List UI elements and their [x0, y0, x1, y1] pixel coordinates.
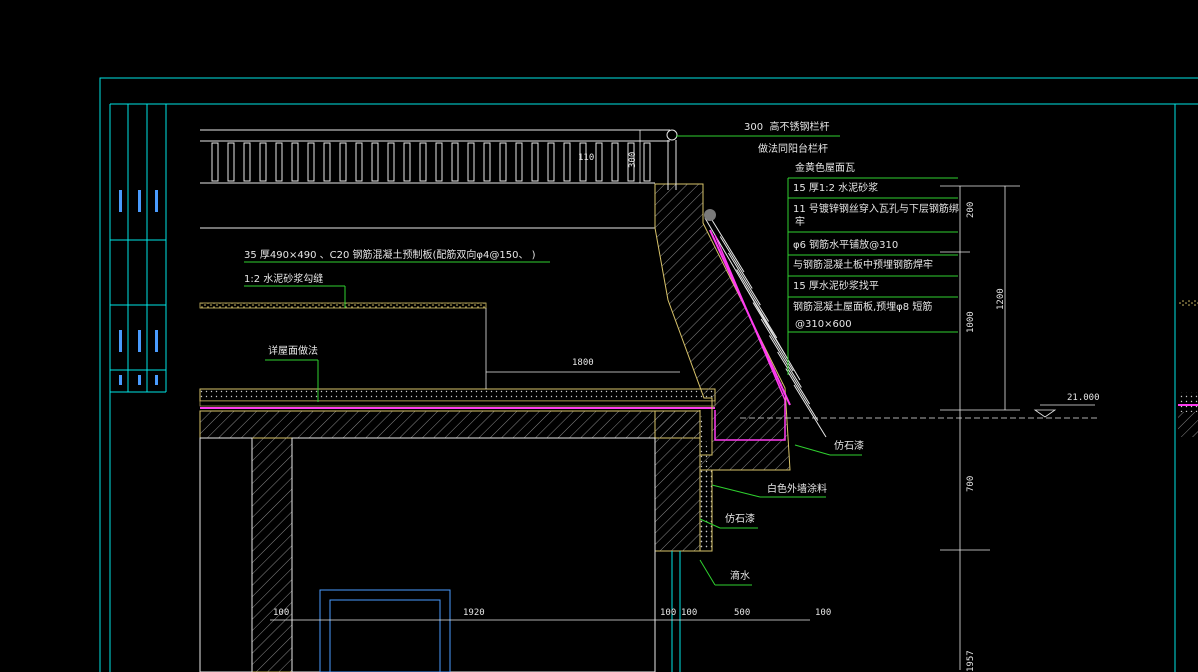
white-paint-note: 白色外墙涂料: [767, 484, 827, 495]
cad-section-drawing: [99, 77, 1198, 672]
window-lines: [319, 551, 681, 672]
baluster: [211, 142, 219, 182]
dim-bottom-100d: 100: [815, 608, 832, 618]
railing-post: [666, 129, 678, 190]
dim-bottom-100a: 100: [273, 608, 290, 618]
dim-300-vertical: 300: [628, 151, 638, 168]
baluster: [307, 142, 315, 182]
baluster: [371, 142, 379, 182]
baluster: [419, 142, 427, 182]
adjacent-section-fragment: [1178, 300, 1198, 437]
baluster: [483, 142, 491, 182]
baluster: [435, 142, 443, 182]
baluster: [259, 142, 267, 182]
baluster: [387, 142, 395, 182]
railing-ref-note: 做法同阳台栏杆: [758, 144, 828, 155]
dim-bottom-100c: 100: [681, 608, 698, 618]
title-block-text: [119, 190, 158, 385]
baluster: [355, 142, 363, 182]
layer-4-note: 与钢筋混凝土板中预埋钢筋焊牢: [793, 260, 933, 271]
baluster: [291, 142, 299, 182]
baluster: [499, 142, 507, 182]
baluster: [563, 142, 571, 182]
layer-5-note: 15 厚水泥砂浆找平: [793, 281, 879, 292]
drip-note: 滴水: [730, 571, 750, 582]
baluster: [403, 142, 411, 182]
dim-1200: 1200: [996, 288, 1006, 310]
precast-slab-note: 35 厚490×490 、C20 钢筋混凝土预制板(配筋双向φ4@150、 ): [244, 250, 536, 261]
roof-tile: [785, 368, 819, 421]
dim-110: 110: [578, 153, 595, 163]
layer-6-note: 钢筋混凝土屋面板,预埋φ8 短筋: [793, 302, 933, 313]
stone-paint-note-1: 仿石漆: [834, 441, 864, 452]
elevation-mark: 21.000: [1067, 393, 1100, 403]
roof-detail-ref: 详屋面做法: [268, 346, 318, 357]
layer-2b-note: 牢: [795, 217, 805, 228]
baluster: [643, 142, 651, 182]
baluster: [243, 142, 251, 182]
baluster: [339, 142, 347, 182]
baluster: [227, 142, 235, 182]
dim-700: 700: [966, 475, 976, 492]
baluster: [515, 142, 523, 182]
tile-color-note: 金黄色屋面瓦: [795, 163, 855, 174]
baluster: [531, 142, 539, 182]
layer-3-note: φ6 钢筋水平铺放@310: [793, 240, 899, 251]
dim-bottom-100b: 100: [660, 608, 677, 618]
dim-200: 200: [966, 201, 976, 218]
layer-1-note: 15 厚1:2 水泥砂浆: [793, 183, 879, 194]
dim-1000: 1000: [966, 311, 976, 333]
baluster: [611, 142, 619, 182]
stone-paint-note-2: 仿石漆: [725, 514, 755, 525]
baluster: [467, 142, 475, 182]
dim-1800: 1800: [572, 358, 594, 368]
baluster: [595, 142, 603, 182]
dim-bottom-500: 500: [734, 608, 751, 618]
baluster: [275, 142, 283, 182]
baluster: [451, 142, 459, 182]
baluster: [323, 142, 331, 182]
roof-tile: [793, 384, 827, 438]
railing-height-note: 300 高不锈钢栏杆: [744, 122, 830, 133]
baluster: [547, 142, 555, 182]
dim-1957: 1957: [966, 650, 976, 672]
layer-6b-note: @310×600: [795, 319, 852, 330]
dim-bottom-1920: 1920: [463, 608, 485, 618]
mortar-joint-note: 1:2 水泥砂浆勾缝: [244, 274, 324, 285]
layer-2-note: 11 号镀锌钢丝穿入瓦孔与下层钢筋绑: [793, 204, 959, 215]
railing-elevation: [200, 129, 670, 229]
